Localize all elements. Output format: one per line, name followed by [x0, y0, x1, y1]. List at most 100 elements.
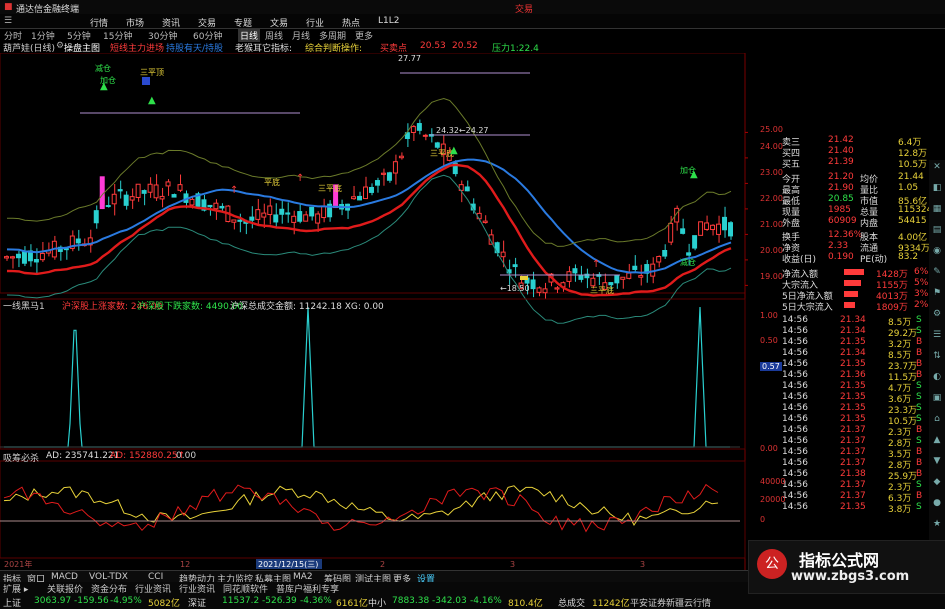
index-name-1[interactable]: 深证 [188, 596, 206, 609]
sub1-item-1: 沪深股下跌家数: 4490.00 [137, 302, 244, 312]
toolbar-icon-13[interactable]: ▲ [931, 435, 943, 447]
stat-value2-1: 1.05 [898, 183, 919, 193]
candle-body-45 [273, 214, 279, 223]
toolbar-icon-15[interactable]: ◆ [931, 477, 943, 489]
toolbar-icon-6[interactable]: ⚑ [931, 288, 943, 300]
toolbar-icon-16[interactable]: ● [931, 498, 943, 510]
toolbar-icon-3[interactable]: ▤ [931, 225, 943, 237]
candle-body-61 [369, 186, 374, 193]
index-percent-2: -4.16% [470, 596, 502, 606]
toolbar-icon-5[interactable]: ✎ [931, 267, 943, 279]
status-link-2[interactable]: 资金分布 [91, 582, 127, 595]
watermark-brand: 公 指标公式网 www.zbgs3.com [748, 540, 945, 594]
yellow-marker [520, 276, 528, 280]
ma-line-blue [6, 158, 732, 274]
tick-side-13: B [916, 458, 923, 468]
status-link-5[interactable]: 同花顺软件 [223, 582, 268, 595]
indicator-item-6: 20.53 [420, 41, 446, 51]
candle-body-118 [710, 224, 716, 231]
indicator-tab-2[interactable]: MACD [51, 572, 78, 582]
candle-body-69 [416, 123, 422, 131]
candle-body-104 [626, 272, 632, 279]
broker-label: 平安证券新疆云行情 [630, 599, 712, 609]
candle-body-77 [464, 186, 470, 192]
price-axis-label-3: 22.00 [760, 194, 783, 203]
stat-label2-4: 内盘 [860, 219, 879, 229]
tick-price-6: 21.35 [840, 381, 866, 391]
candle-body-90 [542, 288, 548, 294]
status-link-6[interactable]: 普库户福利专享 [276, 582, 339, 595]
tick-time-7: 14:56 [782, 392, 808, 402]
toolbar-icon-17[interactable]: ★ [931, 519, 943, 531]
toolbar-icon-0[interactable]: ✕ [931, 162, 943, 174]
price-annotation-7: 减仓 [95, 63, 111, 73]
status-link-3[interactable]: 行业资讯 [135, 582, 171, 595]
indicator-tab-8[interactable]: MA2 [293, 572, 313, 582]
candle-body-89 [536, 287, 542, 293]
title-bar: ■ 通达信金融终端 交易 [0, 0, 945, 15]
status-link-0[interactable]: 扩展 ▸ [3, 582, 28, 595]
toolbar-icon-14[interactable]: ▼ [931, 456, 943, 468]
tick-side-15: S [916, 480, 922, 490]
candle-body-109 [656, 255, 662, 263]
mid-label: 24.32←24.27 [436, 126, 489, 135]
status-link-4[interactable]: 行业资讯 [179, 582, 215, 595]
candle-body-31 [189, 198, 195, 206]
price-axis-label-2: 23.00 [760, 168, 783, 177]
flow-pct-2: 3% [914, 289, 929, 299]
sub2-axis-label-1: 20000 [760, 495, 786, 504]
app-icon: ■ [4, 2, 13, 12]
tick-side-0: S [916, 315, 922, 325]
candle-body-70 [422, 134, 428, 137]
tick-side-16: B [916, 491, 923, 501]
toolbar-icon-9[interactable]: ⇅ [931, 351, 943, 363]
candle-body-25 [153, 184, 159, 199]
indicator-tab-3[interactable]: VOL-TDX [89, 572, 128, 582]
toolbar-icon-2[interactable]: ▦ [931, 204, 943, 216]
toolbar-icon-1[interactable]: ◧ [931, 183, 943, 195]
sell-marker-1: ↑ [296, 173, 304, 184]
toolbar-icon-11[interactable]: ▣ [931, 393, 943, 405]
right-toolbar[interactable]: ✕ ◧ ▦ ▤ ◉ ✎ ⚑ ⚙ ☰ ⇅ ◐ ▣ ⌂ ▲ ▼ ◆ ● ★ [929, 160, 945, 570]
toolbar-icon-8[interactable]: ☰ [931, 330, 943, 342]
system-menu-icon[interactable]: ☰ [4, 16, 12, 26]
sub1-pane [0, 298, 746, 450]
index-name-3[interactable]: 总成交 [558, 596, 585, 609]
index-name-2[interactable]: 中小 [368, 596, 386, 609]
candle-body-44 [267, 205, 273, 216]
candle-body-58 [351, 196, 357, 200]
toolbar-icon-10[interactable]: ◐ [931, 372, 943, 384]
toolbar-icon-7[interactable]: ⚙ [931, 309, 943, 321]
settings-icon[interactable]: ⚙ [56, 41, 64, 51]
candle-body-64 [386, 172, 392, 181]
toolbar-icon-12[interactable]: ⌂ [931, 414, 943, 426]
index-percent-1: -4.36% [300, 596, 332, 606]
tick-time-13: 14:56 [782, 458, 808, 468]
sub2-axis-label-0: 40000 [760, 477, 786, 486]
tick-time-14: 14:56 [782, 469, 808, 479]
tick-price-9: 21.35 [840, 414, 866, 424]
candle-body-103 [620, 276, 626, 280]
toolbar-icon-4[interactable]: ◉ [931, 246, 943, 258]
tick-price-5: 21.36 [840, 370, 866, 380]
tick-side-10: B [916, 425, 923, 435]
sub2-line-red [3, 483, 719, 533]
candle-body-17 [105, 205, 111, 208]
sub2-name[interactable]: 吸筹必杀 [3, 451, 39, 464]
menu-item-8[interactable]: L1L2 [378, 16, 399, 26]
stat-value-2: 20.85 [828, 194, 854, 204]
indicator-tab-4[interactable]: CCI [148, 572, 163, 582]
price-axis-label-5: 20.00 [760, 246, 783, 255]
candle-body-50 [303, 214, 309, 222]
sub1-name[interactable]: 一线黑马1 [3, 299, 45, 312]
index-name-0[interactable]: 上证 [3, 596, 21, 609]
price-annotation-0: 三平顶 [140, 68, 164, 77]
index-value-3: 11242亿 [592, 599, 630, 609]
sub2-header: 吸筹必杀 AD: 235741.221 AD: 152880.25↑ 0.00 [0, 451, 745, 464]
candle-body-62 [374, 180, 380, 186]
status-link-1[interactable]: 关联报价 [47, 582, 83, 595]
index-amount-2: 810.4亿 [508, 599, 543, 609]
stat-value-4: 60909 [828, 216, 857, 226]
date-axis-mark-3: 3 [640, 560, 645, 569]
sub2-axis-label-2: 0 [760, 515, 766, 524]
